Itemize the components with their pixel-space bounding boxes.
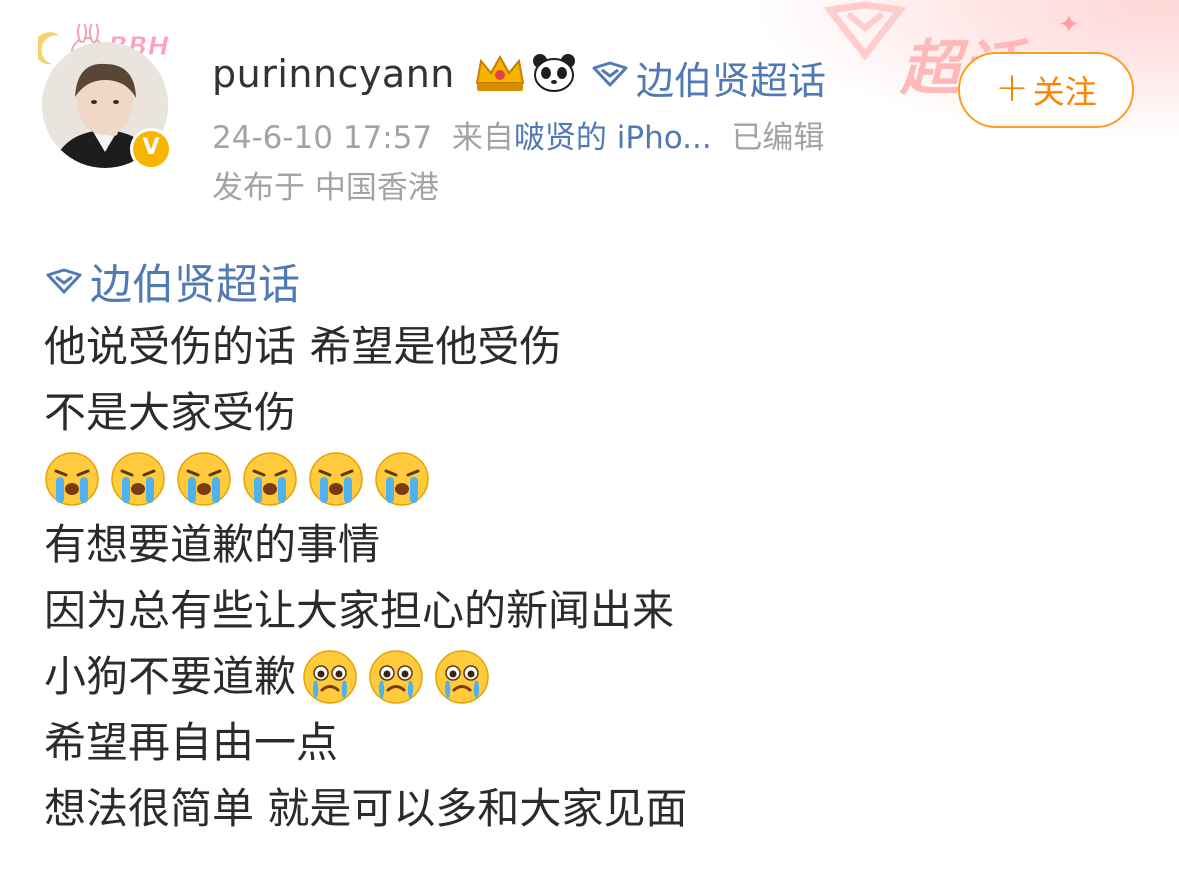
plus-icon: +: [995, 65, 1029, 111]
post-meta: 24-6-10 17:57 来自啵贤的 iPho... 已编辑: [212, 112, 824, 157]
crying-emoji-icon: [44, 451, 100, 507]
crying-emoji-icon: [308, 451, 364, 507]
follow-button[interactable]: + 关注: [958, 52, 1134, 128]
super-topic-icon: [592, 61, 628, 87]
follow-button-label: 关注: [1032, 73, 1097, 111]
topic-tag-label: 边伯贤超话: [90, 259, 301, 309]
avatar[interactable]: BBH V: [30, 10, 190, 175]
post-line: 他说受伤的话 希望是他受伤: [44, 322, 562, 371]
post-line: 有想要道歉的事情: [44, 520, 381, 569]
teary-emoji-icon: [302, 649, 358, 705]
verified-badge-icon: V: [130, 128, 172, 170]
teary-emoji-icon: [434, 649, 490, 705]
super-topic-icon: [46, 268, 82, 294]
post-line: 因为总有些让大家担心的新闻出来: [44, 586, 675, 635]
timestamp: 24-6-10 17:57: [212, 120, 433, 156]
edited-label[interactable]: 已编辑: [731, 120, 824, 156]
teary-emoji-icon: [368, 649, 424, 705]
username[interactable]: purinncyann: [212, 52, 455, 96]
emoji-row: [44, 446, 687, 512]
crown-icon: [475, 54, 525, 91]
post-line-with-emoji: 小狗不要道歉: [44, 644, 687, 710]
crying-emoji-icon: [374, 451, 430, 507]
location: 发布于 中国香港: [212, 170, 439, 206]
crying-emoji-icon: [242, 451, 298, 507]
sparkle-icon: ✦: [1058, 10, 1080, 40]
post-line: 希望再自由一点: [44, 718, 339, 767]
crying-emoji-icon: [110, 451, 166, 507]
source-device-link[interactable]: 啵贤的 iPho...: [514, 120, 712, 156]
post-line: 小狗不要道歉: [44, 652, 297, 701]
emoji-row: [302, 649, 490, 705]
topic-tag[interactable]: 边伯贤超话: [44, 248, 687, 314]
crying-emoji-icon: [176, 451, 232, 507]
post-body: 边伯贤超话 他说受伤的话 希望是他受伤 不是大家受伤 有想要道歉的事情 因为总有…: [44, 248, 687, 842]
super-topic-link[interactable]: 边伯贤超话: [636, 50, 826, 105]
diamond-deco-icon: [823, 1, 907, 60]
panda-icon: [533, 54, 575, 92]
source-prefix: 来自: [451, 120, 514, 156]
post-line: 想法很简单 就是可以多和大家见面: [44, 784, 688, 833]
post-line: 不是大家受伤: [44, 388, 297, 437]
